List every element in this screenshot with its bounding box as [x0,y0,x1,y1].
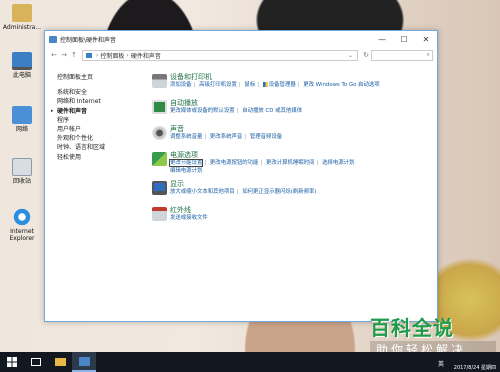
desktop-icon-label: 网络 [15,126,28,133]
taskbar-file-explorer[interactable] [48,352,72,372]
sidebar-item-hardware-sound[interactable]: 硬件和声音 [51,107,127,116]
address-bar[interactable]: › 控制面板 › 硬件和声音 ⌄ [82,49,358,61]
folder-icon [54,358,66,366]
category-devices-printers: 设备和打印机 添加设备 | 高级打印机设置 | 鼠标 | 设备管理器 | 更改 Wind… [150,73,430,94]
input-language[interactable]: 英 [438,359,444,368]
minimize-button[interactable]: — [371,31,393,47]
desktop-icon-user[interactable]: Administra... [1,4,43,31]
link-adjust-volume[interactable]: 调整系统音量 [170,134,202,140]
link-add-device[interactable]: 添加设备 [170,82,192,88]
sidebar-item-network[interactable]: 网络和 Internet [57,97,127,106]
sidebar-item-ease-of-access[interactable]: 轻松使用 [57,153,127,162]
desktop-icon-label: 此电脑 [12,72,31,79]
forward-arrow-icon[interactable]: → [59,51,69,59]
taskbar-control-panel[interactable] [72,352,96,372]
control-panel-icon [49,35,57,43]
search-input[interactable]: ⌕ [371,49,433,61]
navigation-bar: ← → ↑ › 控制面板 › 硬件和声音 ⌄ ↻ ⌕ [45,47,437,63]
maximize-button[interactable]: ☐ [393,31,415,47]
close-button[interactable]: ✕ [415,31,437,47]
control-panel-window: 控制面板\硬件和声音 — ☐ ✕ ← → ↑ › 控制面板 › 硬件和声音 ⌄ … [44,30,438,322]
link-refresh-rate[interactable]: 如何更正显示器闪烁(刷新频率) [242,189,316,195]
category-title[interactable]: 设备和打印机 [170,73,430,82]
link-device-manager[interactable]: 设备管理器 [269,82,296,88]
chevron-right-icon: › [126,51,129,59]
task-view-icon [31,358,41,366]
category-title[interactable]: 电源选项 [170,151,430,160]
link-power-saving[interactable]: 更改节能设置 [168,159,204,167]
link-power-plan[interactable]: 选择电源计划 [322,160,354,166]
infrared-icon [152,207,167,221]
category-title[interactable]: 显示 [170,180,430,189]
windows-icon [7,357,17,367]
category-sound: 声音 调整系统音量 | 更改系统声音 | 管理音频设备 [150,125,430,146]
category-title[interactable]: 声音 [170,125,430,134]
sidebar-item-home[interactable]: 控制面板主页 [57,73,127,82]
title-bar: 控制面板\硬件和声音 — ☐ ✕ [45,31,437,47]
sidebar-item-programs[interactable]: 程序 [57,116,127,125]
printer-icon [152,74,167,88]
refresh-icon[interactable]: ↻ [361,51,371,59]
link-windows-to-go[interactable]: 更改 Windows To Go 启动选项 [303,82,379,88]
chevron-right-icon: › [96,51,99,59]
desktop-icon-label: Internet Explorer [9,228,35,242]
window-title: 控制面板\硬件和声音 [60,36,117,44]
recycle-bin-icon [12,158,32,176]
sidebar-item-clock-region[interactable]: 时钟、语言和区域 [57,143,127,152]
desktop-icon-this-pc[interactable]: 此电脑 [1,52,43,79]
chevron-down-icon[interactable]: ⌄ [348,52,353,59]
link-edit-power-plan[interactable]: 编辑电源计划 [170,168,202,174]
sidebar: 控制面板主页 系统和安全 网络和 Internet 硬件和声音 程序 用户帐户 … [51,73,127,162]
category-power: 电源选项 更改节能设置 | 更改电源按钮的功能 | 更改计算机睡眠时间 | 选择电源计… [150,151,430,175]
search-icon: ⌕ [426,51,430,58]
desktop-icon-recycle-bin[interactable]: 回收站 [1,158,43,185]
link-power-button[interactable]: 更改电源按钮的功能 [210,160,259,166]
desktop-icon-network[interactable]: 网络 [1,106,43,133]
link-sleep-time[interactable]: 更改计算机睡眠时间 [266,160,315,166]
desktop-icon-label: 回收站 [12,178,31,185]
speaker-icon [152,126,167,140]
autoplay-icon [152,100,167,114]
breadcrumb-item[interactable]: 硬件和声音 [131,51,161,60]
category-infrared: 红外线 发送或接收文件 [150,206,430,227]
sidebar-item-user-accounts[interactable]: 用户帐户 [57,125,127,134]
clock[interactable]: 2017/8/24 星期四 [454,364,496,371]
shield-icon [262,82,268,87]
power-icon [152,152,167,166]
category-title[interactable]: 自动播放 [170,99,430,108]
desktop-icon-label: Administra... [2,24,42,31]
link-media-defaults[interactable]: 更改媒体或设备的默认设置 [170,108,235,114]
link-send-receive-files[interactable]: 发送或接收文件 [170,215,208,221]
breadcrumb-item[interactable]: 控制面板 [100,51,124,60]
up-arrow-icon[interactable]: ↑ [69,51,79,59]
link-text-size[interactable]: 放大或缩小文本和其他项目 [170,189,235,195]
sidebar-item-appearance[interactable]: 外观和个性化 [57,134,127,143]
category-display: 显示 放大或缩小文本和其他项目 | 如何更正显示器闪烁(刷新频率) [150,180,430,201]
back-arrow-icon[interactable]: ← [49,51,59,59]
sidebar-item-system-security[interactable]: 系统和安全 [57,88,127,97]
user-folder-icon [12,4,32,22]
watermark-title: 百科全说 [370,316,454,340]
link-system-sounds[interactable]: 更改系统声音 [210,134,242,140]
category-autoplay: 自动播放 更改媒体或设备的默认设置 | 自动播放 CD 或其他媒体 [150,99,430,120]
link-mouse[interactable]: 鼠标 [244,82,255,88]
taskbar: 英 2017/8/24 星期四 [0,352,500,372]
link-audio-devices[interactable]: 管理音频设备 [250,134,282,140]
network-icon [12,106,32,124]
task-view-button[interactable] [24,352,48,372]
link-advanced-printer[interactable]: 高级打印机设置 [199,82,237,88]
link-autoplay-cd[interactable]: 自动播放 CD 或其他媒体 [242,108,302,114]
display-icon [152,181,167,195]
computer-icon [86,52,92,58]
internet-explorer-icon [12,208,32,226]
control-panel-icon [78,356,90,366]
desktop-icon-ie[interactable]: Internet Explorer [1,208,43,242]
category-list: 设备和打印机 添加设备 | 高级打印机设置 | 鼠标 | 设备管理器 | 更改 Wind… [150,73,430,232]
category-title[interactable]: 红外线 [170,206,430,215]
computer-icon [12,52,32,70]
start-button[interactable] [0,352,24,372]
